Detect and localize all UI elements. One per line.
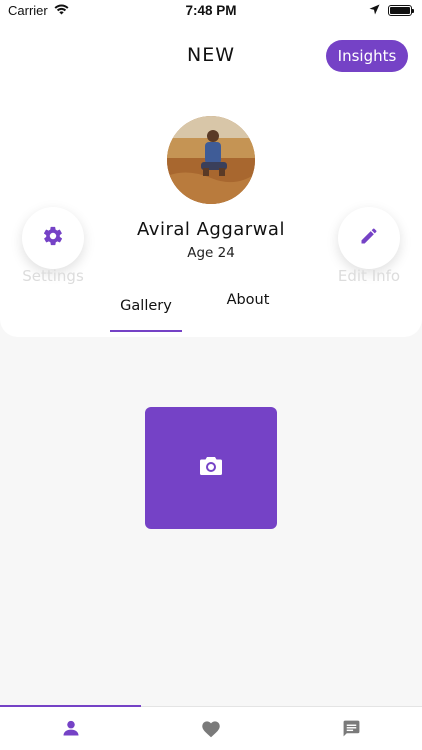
nav-profile[interactable] <box>0 717 141 743</box>
chat-icon <box>342 719 361 742</box>
tab-about[interactable]: About <box>212 292 284 308</box>
bottom-nav <box>0 705 422 750</box>
add-photo-tile[interactable] <box>145 407 277 529</box>
nav-likes[interactable] <box>140 717 281 743</box>
heart-icon <box>201 719 221 742</box>
active-tab-indicator <box>110 330 182 332</box>
profile-age: Age 24 <box>187 245 235 261</box>
profile-name: Aviral Aggarwal <box>137 219 285 240</box>
status-bar: Carrier 7:48 PM <box>0 0 422 22</box>
status-time: 7:48 PM <box>185 3 237 18</box>
nav-active-indicator <box>0 705 141 707</box>
profile-panel: NEW Insights Settings Edit Info Aviral A… <box>0 22 422 337</box>
tab-gallery[interactable]: Gallery <box>110 298 182 314</box>
nav-chat[interactable] <box>281 717 422 743</box>
camera-icon <box>199 456 223 480</box>
location-arrow-icon <box>369 3 380 18</box>
avatar[interactable] <box>167 116 255 204</box>
person-icon <box>61 718 81 742</box>
settings-label: Settings <box>22 267 84 285</box>
battery-icon <box>388 5 414 16</box>
insights-button[interactable]: Insights <box>326 40 408 72</box>
edit-info-label: Edit Info <box>337 267 401 285</box>
status-right <box>369 3 414 18</box>
